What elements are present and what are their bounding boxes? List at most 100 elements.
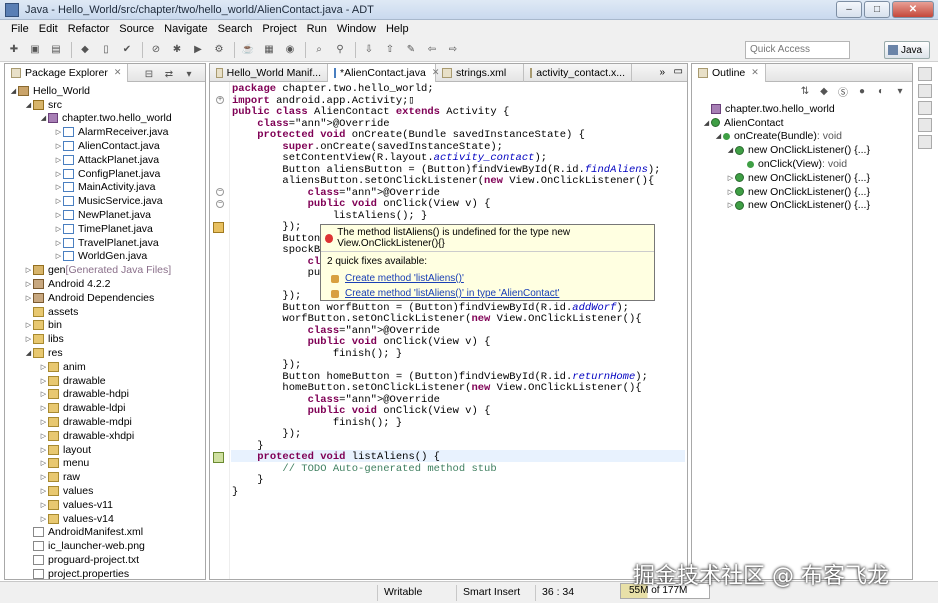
search-icon[interactable]: ⚲	[332, 42, 348, 58]
java-perspective-button[interactable]: Java	[884, 41, 930, 59]
collapsed-twisty-icon[interactable]: ▷	[39, 501, 48, 509]
collapsed-twisty-icon[interactable]: ▷	[54, 156, 63, 164]
sort-icon[interactable]: ⇅	[797, 83, 813, 99]
collapsed-twisty-icon[interactable]: ▷	[39, 515, 48, 523]
tree-item[interactable]: ▷ NewPlanet.java	[7, 208, 205, 222]
menu-refactor[interactable]: Refactor	[63, 23, 115, 35]
tree-item[interactable]: AndroidManifest.xml	[7, 526, 205, 540]
tab-strings-xml[interactable]: strings.xml	[436, 64, 524, 82]
tree-item[interactable]: ▷ anim	[7, 360, 205, 374]
tree-item[interactable]: ▷ new OnClickListener() {...}	[694, 199, 912, 213]
tree-item[interactable]: proguard-project.txt	[7, 553, 205, 567]
tree-item[interactable]: ▷ Android Dependencies	[7, 291, 205, 305]
tree-item[interactable]: ▷ WorldGen.java	[7, 250, 205, 264]
tree-item[interactable]: ▷ drawable-xhdpi	[7, 429, 205, 443]
tree-item[interactable]: ◢ onCreate(Bundle) : void	[694, 130, 912, 144]
tree-item[interactable]: ▷ TimePlanet.java	[7, 222, 205, 236]
collapsed-twisty-icon[interactable]: ▷	[726, 174, 735, 182]
new-java-project-icon[interactable]: ☕	[240, 42, 256, 58]
expanded-twisty-icon[interactable]: ◢	[726, 146, 735, 154]
collapsed-twisty-icon[interactable]: ▷	[39, 446, 48, 454]
expanded-twisty-icon[interactable]: ◢	[702, 119, 711, 127]
more-tabs-icon[interactable]: »	[659, 67, 665, 78]
tree-item[interactable]: ▷ ConfigPlanet.java	[7, 167, 205, 181]
tree-item[interactable]: ic_launcher-web.png	[7, 539, 205, 553]
hide-nonpublic-icon[interactable]: ●	[854, 83, 870, 99]
link-with-editor-icon[interactable]: ⇄	[161, 66, 177, 82]
tree-item[interactable]: ◢ chapter.two.hello_world	[7, 112, 205, 126]
collapsed-twisty-icon[interactable]: ▷	[39, 404, 48, 412]
collapsed-twisty-icon[interactable]: ▷	[24, 280, 33, 288]
back-icon[interactable]: ⇦	[424, 42, 440, 58]
hide-static-icon[interactable]: Ⓢ	[835, 83, 851, 99]
lint-icon[interactable]: ✔	[119, 42, 135, 58]
collapsed-twisty-icon[interactable]: ▷	[39, 459, 48, 467]
debug-icon[interactable]: ✱	[169, 42, 185, 58]
menu-window[interactable]: Window	[332, 23, 381, 35]
avd-manager-icon[interactable]: ▯	[98, 42, 114, 58]
minimize-button[interactable]: –	[836, 1, 862, 18]
open-type-icon[interactable]: ⌕	[311, 42, 327, 58]
collapsed-twisty-icon[interactable]: ▷	[726, 188, 735, 196]
next-annotation-icon[interactable]: ⇩	[361, 42, 377, 58]
tree-item[interactable]: ▷ bin	[7, 319, 205, 333]
tab-manifest[interactable]: Hello_World Manif...	[210, 64, 328, 82]
quick-fix-create-method[interactable]: Create method 'listAliens()'	[321, 271, 654, 286]
collapsed-twisty-icon[interactable]: ▷	[39, 418, 48, 426]
menu-navigate[interactable]: Navigate	[159, 23, 212, 35]
tree-item[interactable]: ◢ res	[7, 346, 205, 360]
collapsed-twisty-icon[interactable]: ▷	[39, 363, 48, 371]
save-all-icon[interactable]: ▤	[48, 42, 64, 58]
save-icon[interactable]: ▣	[27, 42, 43, 58]
fold-icon[interactable]: −	[216, 200, 224, 208]
warning-marker-icon[interactable]	[213, 452, 224, 463]
close-tab-icon[interactable]: ✕	[751, 67, 759, 78]
menu-project[interactable]: Project	[257, 23, 301, 35]
tree-item[interactable]: ▷ menu	[7, 457, 205, 471]
menu-help[interactable]: Help	[381, 23, 414, 35]
forward-icon[interactable]: ⇨	[445, 42, 461, 58]
tree-item[interactable]: ▷ libs	[7, 332, 205, 346]
expanded-twisty-icon[interactable]: ◢	[9, 87, 18, 95]
menu-edit[interactable]: Edit	[34, 23, 63, 35]
run-icon[interactable]: ▶	[190, 42, 206, 58]
collapsed-twisty-icon[interactable]: ▷	[24, 294, 33, 302]
collapsed-twisty-icon[interactable]: ▷	[54, 183, 63, 191]
expanded-twisty-icon[interactable]: ◢	[24, 349, 33, 357]
collapsed-twisty-icon[interactable]: ▷	[24, 335, 33, 343]
collapsed-twisty-icon[interactable]: ▷	[39, 377, 48, 385]
tree-item[interactable]: ▷ values	[7, 484, 205, 498]
collapsed-twisty-icon[interactable]: ▷	[54, 252, 63, 260]
tree-item[interactable]: ▷ AlienContact.java	[7, 139, 205, 153]
view-menu-icon[interactable]: ▾	[892, 83, 908, 99]
tree-item[interactable]: ▷ MainActivity.java	[7, 181, 205, 195]
expanded-twisty-icon[interactable]: ◢	[714, 132, 723, 140]
tree-item[interactable]: ▷ new OnClickListener() {...}	[694, 185, 912, 199]
fold-icon[interactable]: −	[216, 188, 224, 196]
skip-breakpoints-icon[interactable]: ⊘	[148, 42, 164, 58]
hide-local-types-icon[interactable]: ◐	[873, 83, 889, 99]
tree-item[interactable]: ▷ raw	[7, 470, 205, 484]
tree-item[interactable]: ▷ new OnClickListener() {...}	[694, 171, 912, 185]
new-package-icon[interactable]: ▦	[261, 42, 277, 58]
view-menu-icon[interactable]: ▾	[181, 66, 197, 82]
tree-item[interactable]: assets	[7, 305, 205, 319]
collapsed-twisty-icon[interactable]: ▷	[54, 211, 63, 219]
android-sdk-manager-icon[interactable]: ◆	[77, 42, 93, 58]
collapsed-twisty-icon[interactable]: ▷	[39, 432, 48, 440]
menu-file[interactable]: File	[6, 23, 34, 35]
tab-package-explorer[interactable]: Package Explorer ✕	[5, 63, 129, 82]
hide-fields-icon[interactable]: ◆	[816, 83, 832, 99]
tree-item[interactable]: ◢ Hello_World	[7, 84, 205, 98]
tree-item[interactable]: ▷ drawable-ldpi	[7, 401, 205, 415]
tree-item[interactable]: ▷ drawable-mdpi	[7, 415, 205, 429]
last-edit-icon[interactable]: ✎	[403, 42, 419, 58]
tree-item[interactable]: ▷ AttackPlanet.java	[7, 153, 205, 167]
tree-item[interactable]: chapter.two.hello_world	[694, 102, 912, 116]
fold-icon[interactable]: +	[216, 96, 224, 104]
collapsed-twisty-icon[interactable]: ▷	[726, 201, 735, 209]
tree-item[interactable]: ▷ gen [Generated Java Files]	[7, 263, 205, 277]
declaration-icon[interactable]	[918, 135, 932, 149]
maximize-button[interactable]: □	[864, 1, 890, 18]
collapsed-twisty-icon[interactable]: ▷	[24, 266, 33, 274]
